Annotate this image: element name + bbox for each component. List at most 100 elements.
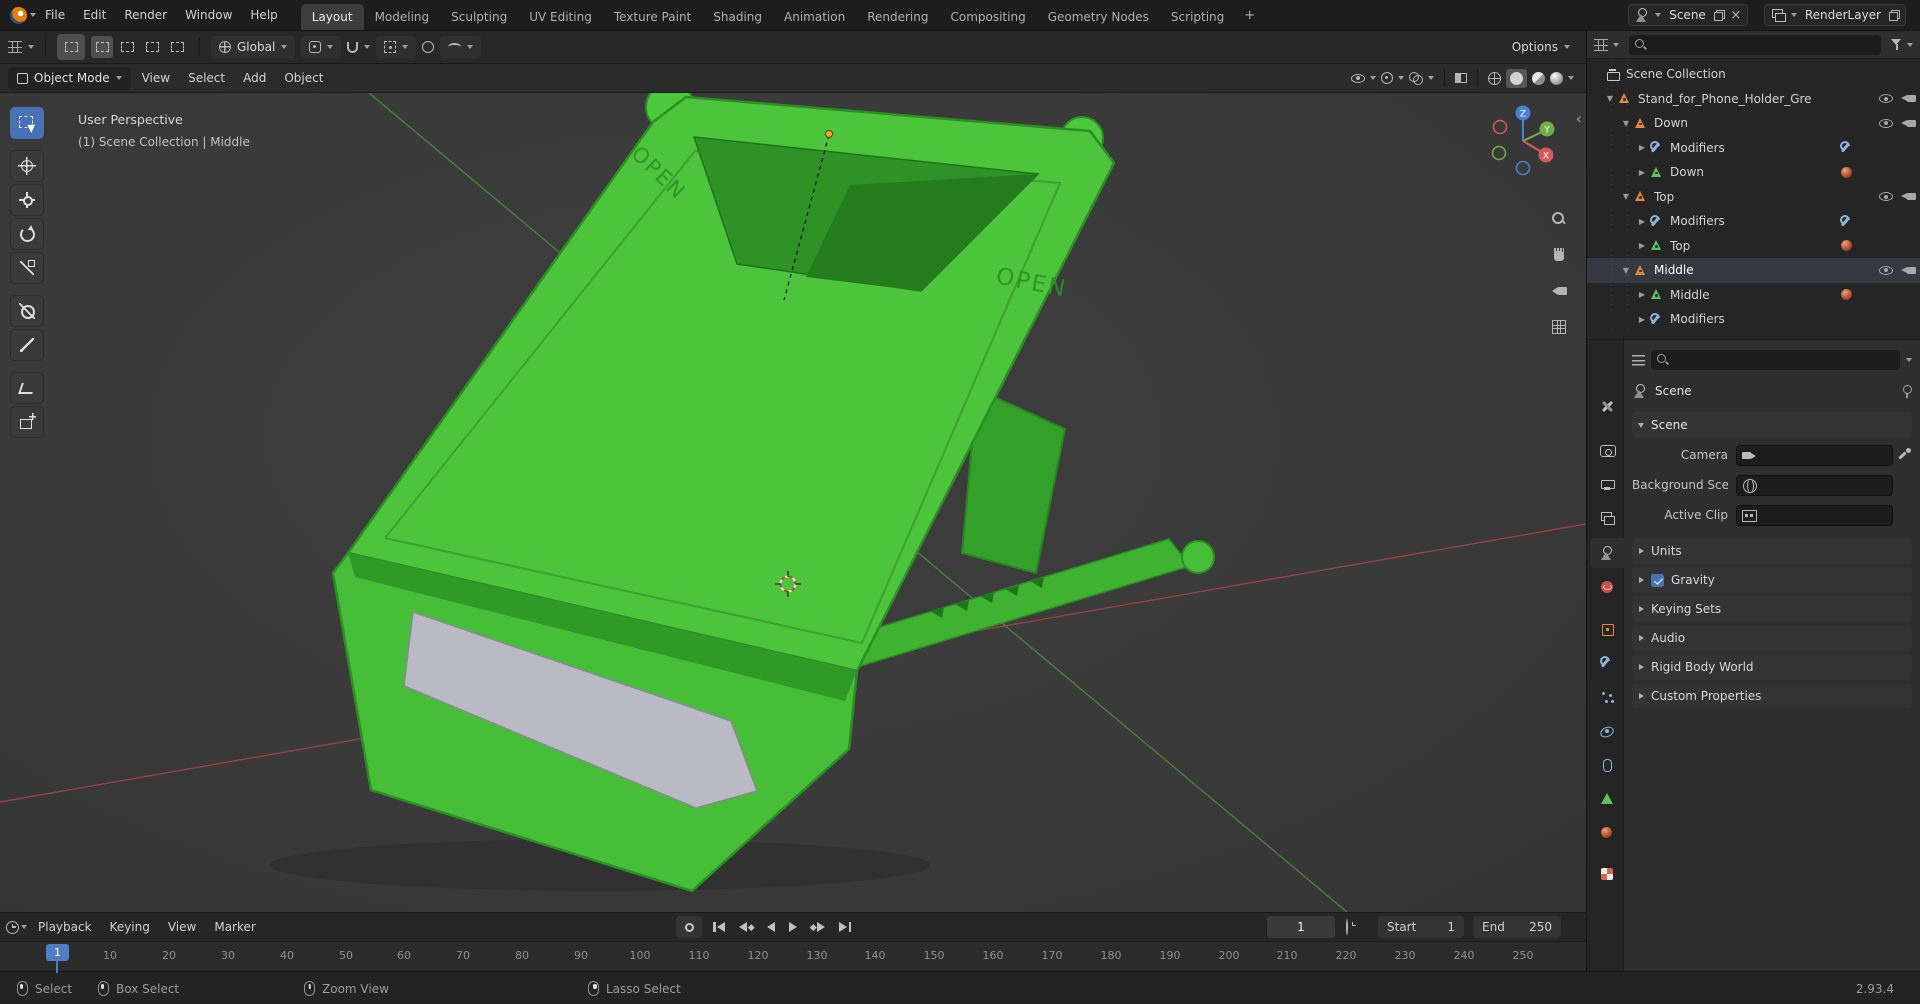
proportional-falloff-dropdown[interactable]: [440, 36, 482, 58]
disable-in-render-icon[interactable]: [1901, 191, 1916, 202]
proportional-editing-icon[interactable]: [422, 41, 435, 53]
solid-shading-active[interactable]: [1506, 68, 1527, 88]
chevron-down-icon[interactable]: [1428, 76, 1434, 80]
gizmos-icon[interactable]: [1381, 72, 1393, 84]
outliner-search-input[interactable]: [1629, 34, 1881, 55]
chevron-down-icon[interactable]: [1370, 76, 1376, 80]
chevron-down-icon[interactable]: [1906, 358, 1912, 362]
properties-tab[interactable]: [1590, 503, 1624, 533]
tool-button[interactable]: [10, 184, 44, 216]
chevron-down-icon[interactable]: [21, 925, 27, 929]
mode-dropdown[interactable]: Object Mode: [8, 66, 131, 90]
hide-in-viewport-icon[interactable]: [1879, 192, 1893, 202]
properties-tab[interactable]: [1590, 538, 1624, 568]
properties-tab[interactable]: [1590, 614, 1624, 644]
sliders-icon[interactable]: [1632, 354, 1645, 366]
timeline-menu-item[interactable]: Playback: [29, 916, 101, 938]
new-view-layer-icon[interactable]: [1889, 9, 1900, 21]
outliner-row[interactable]: Scene Collection: [1587, 62, 1920, 87]
outliner-row[interactable]: Modifiers: [1587, 136, 1920, 161]
workspace-tab[interactable]: Shading: [702, 4, 773, 30]
tool-button[interactable]: [10, 406, 44, 438]
tool-button[interactable]: [10, 329, 44, 361]
outliner-row[interactable]: Stand_for_Phone_Holder_Gre: [1587, 87, 1920, 112]
properties-tab[interactable]: [1590, 469, 1624, 499]
field-input[interactable]: [1736, 474, 1893, 496]
outliner-row[interactable]: Top: [1587, 234, 1920, 259]
workspace-tab[interactable]: Layout: [300, 4, 364, 30]
timeline-menu-item[interactable]: Marker: [205, 916, 264, 938]
jump-to-end-button[interactable]: [836, 916, 854, 938]
expander-icon[interactable]: [1619, 119, 1633, 128]
add-workspace-button[interactable]: +: [1235, 8, 1264, 23]
panel-section-header[interactable]: Keying Sets: [1632, 596, 1912, 622]
workspace-tab[interactable]: Modeling: [364, 4, 441, 30]
viewport-menu-item[interactable]: Select: [179, 67, 234, 89]
navigation-gizmo[interactable]: Z Y X: [1481, 99, 1565, 183]
menu-item[interactable]: Window: [176, 4, 241, 26]
timeline-editor-icon[interactable]: [6, 920, 19, 934]
tool-button[interactable]: [10, 150, 44, 182]
disable-in-render-icon[interactable]: [1901, 93, 1916, 104]
expander-icon[interactable]: [1635, 315, 1649, 324]
expander-icon[interactable]: [1635, 241, 1649, 250]
field-input[interactable]: [1736, 444, 1893, 466]
filter-icon[interactable]: [1891, 39, 1902, 50]
tool-button[interactable]: [10, 372, 44, 404]
unlink-scene-icon[interactable]: [1730, 8, 1742, 22]
menu-item[interactable]: Help: [241, 4, 286, 26]
transform-orientation-dropdown[interactable]: Global: [211, 36, 296, 58]
outliner-row[interactable]: Modifiers: [1587, 209, 1920, 234]
scene-selector[interactable]: Scene: [1628, 4, 1748, 26]
select-mode-intersect[interactable]: [166, 36, 188, 58]
view-layer-selector[interactable]: RenderLayer: [1763, 4, 1906, 26]
timeline-menu-item[interactable]: Keying: [101, 916, 159, 938]
chevron-down-icon[interactable]: [364, 45, 371, 49]
tool-button[interactable]: [10, 295, 44, 327]
prev-keyframe-button[interactable]: [736, 916, 756, 938]
properties-tab[interactable]: [1590, 435, 1624, 465]
snap-toggle-icon[interactable]: [347, 41, 359, 53]
properties-tab[interactable]: [1590, 784, 1624, 814]
chevron-down-icon[interactable]: [1568, 76, 1574, 80]
workspace-tab[interactable]: Sculpting: [440, 4, 518, 30]
viewport-menu-item[interactable]: Add: [234, 67, 275, 89]
properties-tab[interactable]: [1590, 648, 1624, 678]
properties-tab[interactable]: [1590, 716, 1624, 746]
playhead[interactable]: 1: [46, 944, 69, 973]
tool-button[interactable]: [10, 107, 44, 139]
jump-to-start-button[interactable]: [710, 916, 728, 938]
new-scene-icon[interactable]: [1713, 9, 1725, 21]
frame-end-field[interactable]: End 250: [1473, 916, 1561, 938]
panel-section-header[interactable]: Custom Properties: [1632, 683, 1912, 709]
expander-icon[interactable]: [1603, 94, 1617, 103]
pin-icon[interactable]: [1901, 384, 1912, 398]
frame-start-field[interactable]: Start 1: [1378, 916, 1464, 938]
disable-in-render-icon[interactable]: [1901, 118, 1916, 129]
viewport-3d[interactable]: OPEN OPEN User Perspective (1) Scene Col…: [0, 93, 1586, 912]
disable-in-render-icon[interactable]: [1901, 265, 1916, 276]
workspace-tab[interactable]: Geometry Nodes: [1037, 4, 1160, 30]
workspace-tab[interactable]: Animation: [773, 4, 856, 30]
select-mode-subtract[interactable]: [141, 36, 163, 58]
camera-view-button[interactable]: [1545, 277, 1573, 305]
pivot-point-dropdown[interactable]: [301, 36, 342, 58]
menu-item[interactable]: Render: [115, 4, 176, 26]
pan-view-button[interactable]: [1545, 241, 1573, 269]
current-frame-field[interactable]: 1: [1267, 916, 1335, 938]
outliner-row[interactable]: Middle: [1587, 283, 1920, 308]
outliner-row[interactable]: Down: [1587, 111, 1920, 136]
editor-type-icon[interactable]: [8, 41, 22, 53]
blender-logo-icon[interactable]: [10, 6, 27, 24]
chevron-down-icon[interactable]: [1613, 42, 1619, 47]
viewport-menu-item[interactable]: Object: [275, 67, 332, 89]
expander-icon[interactable]: [1619, 266, 1633, 275]
panel-section-header[interactable]: Gravity: [1632, 567, 1912, 593]
timeline-ruler[interactable]: 1 10 20 30 40 50 60 70 80 90 100 110 120 130 140 150 16…: [0, 941, 1586, 973]
section-checkbox[interactable]: [1651, 573, 1664, 587]
overlays-icon[interactable]: [1409, 71, 1423, 85]
ortho-toggle-button[interactable]: [1545, 313, 1573, 341]
outliner-row[interactable]: Middle: [1587, 258, 1920, 283]
chevron-down-icon[interactable]: [1907, 42, 1913, 47]
material-shading-icon[interactable]: [1532, 71, 1545, 85]
